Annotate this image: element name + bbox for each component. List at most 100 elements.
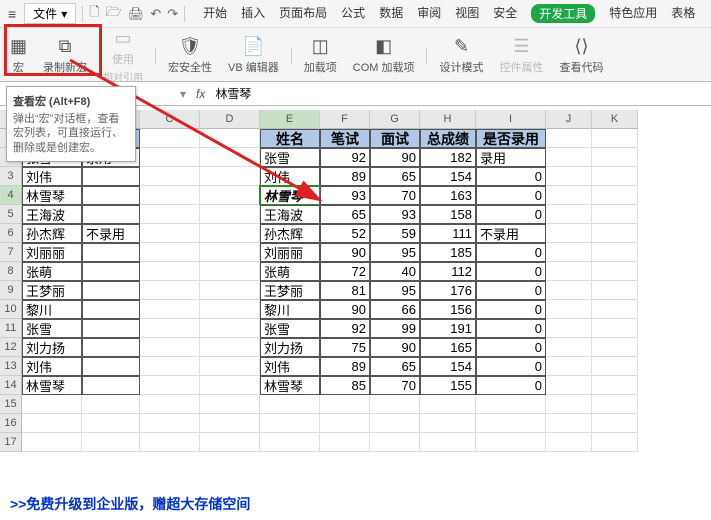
cell-J6[interactable] — [546, 224, 592, 243]
cell-G4[interactable]: 70 — [370, 186, 420, 205]
cell-B4[interactable] — [82, 186, 140, 205]
cell-A13[interactable]: 刘伟 — [22, 357, 82, 376]
undo-icon[interactable]: ↶ — [150, 6, 161, 22]
cell-A6[interactable]: 孙杰辉 — [22, 224, 82, 243]
cell-D7[interactable] — [200, 243, 260, 262]
tab-data[interactable]: 数据 — [379, 4, 403, 23]
cell-C1[interactable] — [140, 129, 200, 148]
cell-D12[interactable] — [200, 338, 260, 357]
cell-F6[interactable]: 52 — [320, 224, 370, 243]
tab-view[interactable]: 视图 — [455, 4, 479, 23]
cell-J17[interactable] — [546, 433, 592, 452]
cell-B6[interactable]: 不录用 — [82, 224, 140, 243]
cell-I5[interactable]: 0 — [476, 205, 546, 224]
cell-B5[interactable] — [82, 205, 140, 224]
formula-value[interactable]: 林雪琴 — [215, 85, 251, 102]
cell-I2[interactable]: 录用 — [476, 148, 546, 167]
com-addin-button[interactable]: ◧ COM 加载项 — [347, 34, 421, 77]
row-header-6[interactable]: 6 — [0, 224, 22, 243]
cell-C5[interactable] — [140, 205, 200, 224]
row-header-11[interactable]: 11 — [0, 319, 22, 338]
cell-K11[interactable] — [592, 319, 638, 338]
cell-G6[interactable]: 59 — [370, 224, 420, 243]
cell-F7[interactable]: 90 — [320, 243, 370, 262]
cell-D1[interactable] — [200, 129, 260, 148]
cell-F8[interactable]: 72 — [320, 262, 370, 281]
spreadsheet[interactable]: ABCDEFGHIJK1姓名录用姓名笔试面试总成绩是否录用2张雪录用张雪9290… — [0, 110, 711, 520]
cell-E10[interactable]: 黎川 — [260, 300, 320, 319]
cell-H11[interactable]: 191 — [420, 319, 476, 338]
col-header-I[interactable]: I — [476, 110, 546, 129]
row-header-8[interactable]: 8 — [0, 262, 22, 281]
print-icon[interactable]: 🖨 — [128, 6, 145, 22]
cell-J4[interactable] — [546, 186, 592, 205]
col-header-H[interactable]: H — [420, 110, 476, 129]
cell-C14[interactable] — [140, 376, 200, 395]
cell-C3[interactable] — [140, 167, 200, 186]
cell-E7[interactable]: 刘丽丽 — [260, 243, 320, 262]
cell-A11[interactable]: 张雪 — [22, 319, 82, 338]
cell-I3[interactable]: 0 — [476, 167, 546, 186]
cell-I13[interactable]: 0 — [476, 357, 546, 376]
cell-B12[interactable] — [82, 338, 140, 357]
cell-B16[interactable] — [82, 414, 140, 433]
cell-G17[interactable] — [370, 433, 420, 452]
cell-K7[interactable] — [592, 243, 638, 262]
cell-I17[interactable] — [476, 433, 546, 452]
cell-G5[interactable]: 93 — [370, 205, 420, 224]
cell-A8[interactable]: 张萌 — [22, 262, 82, 281]
cell-A10[interactable]: 黎川 — [22, 300, 82, 319]
cell-C15[interactable] — [140, 395, 200, 414]
view-code-button[interactable]: ⟨⟩ 查看代码 — [553, 34, 609, 77]
cell-H4[interactable]: 163 — [420, 186, 476, 205]
cell-H3[interactable]: 154 — [420, 167, 476, 186]
cell-H13[interactable]: 154 — [420, 357, 476, 376]
cell-B15[interactable] — [82, 395, 140, 414]
cell-G2[interactable]: 90 — [370, 148, 420, 167]
row-header-3[interactable]: 3 — [0, 167, 22, 186]
cell-F2[interactable]: 92 — [320, 148, 370, 167]
cell-F16[interactable] — [320, 414, 370, 433]
open-icon[interactable]: 🗁 — [106, 3, 122, 25]
cell-D13[interactable] — [200, 357, 260, 376]
cell-K9[interactable] — [592, 281, 638, 300]
row-header-16[interactable]: 16 — [0, 414, 22, 433]
cell-E11[interactable]: 张雪 — [260, 319, 320, 338]
cell-K17[interactable] — [592, 433, 638, 452]
cell-I7[interactable]: 0 — [476, 243, 546, 262]
cell-F4[interactable]: 93 — [320, 186, 370, 205]
cell-E16[interactable] — [260, 414, 320, 433]
redo-icon[interactable]: ↷ — [167, 6, 178, 22]
cell-H14[interactable]: 155 — [420, 376, 476, 395]
cell-D9[interactable] — [200, 281, 260, 300]
cell-I10[interactable]: 0 — [476, 300, 546, 319]
cell-B7[interactable] — [82, 243, 140, 262]
cell-H12[interactable]: 165 — [420, 338, 476, 357]
cell-K8[interactable] — [592, 262, 638, 281]
cell-H8[interactable]: 112 — [420, 262, 476, 281]
cell-G11[interactable]: 99 — [370, 319, 420, 338]
cell-G15[interactable] — [370, 395, 420, 414]
cell-D16[interactable] — [200, 414, 260, 433]
row-header-14[interactable]: 14 — [0, 376, 22, 395]
cell-J11[interactable] — [546, 319, 592, 338]
cell-I9[interactable]: 0 — [476, 281, 546, 300]
dropdown-icon[interactable]: ▾ — [180, 87, 186, 101]
cell-F10[interactable]: 90 — [320, 300, 370, 319]
cell-C7[interactable] — [140, 243, 200, 262]
cell-I1[interactable]: 是否录用 — [476, 129, 546, 148]
cell-B3[interactable] — [82, 167, 140, 186]
tab-table[interactable]: 表格 — [671, 4, 695, 23]
cell-K14[interactable] — [592, 376, 638, 395]
cell-B8[interactable] — [82, 262, 140, 281]
cell-J3[interactable] — [546, 167, 592, 186]
cell-F15[interactable] — [320, 395, 370, 414]
cell-G3[interactable]: 65 — [370, 167, 420, 186]
macro-security-button[interactable]: 🛡 宏安全性 — [162, 34, 218, 77]
record-macro-button[interactable]: ⧉ 录制新宏 — [37, 34, 93, 77]
cell-F17[interactable] — [320, 433, 370, 452]
col-header-C[interactable]: C — [140, 110, 200, 129]
row-header-12[interactable]: 12 — [0, 338, 22, 357]
row-header-13[interactable]: 13 — [0, 357, 22, 376]
col-header-K[interactable]: K — [592, 110, 638, 129]
